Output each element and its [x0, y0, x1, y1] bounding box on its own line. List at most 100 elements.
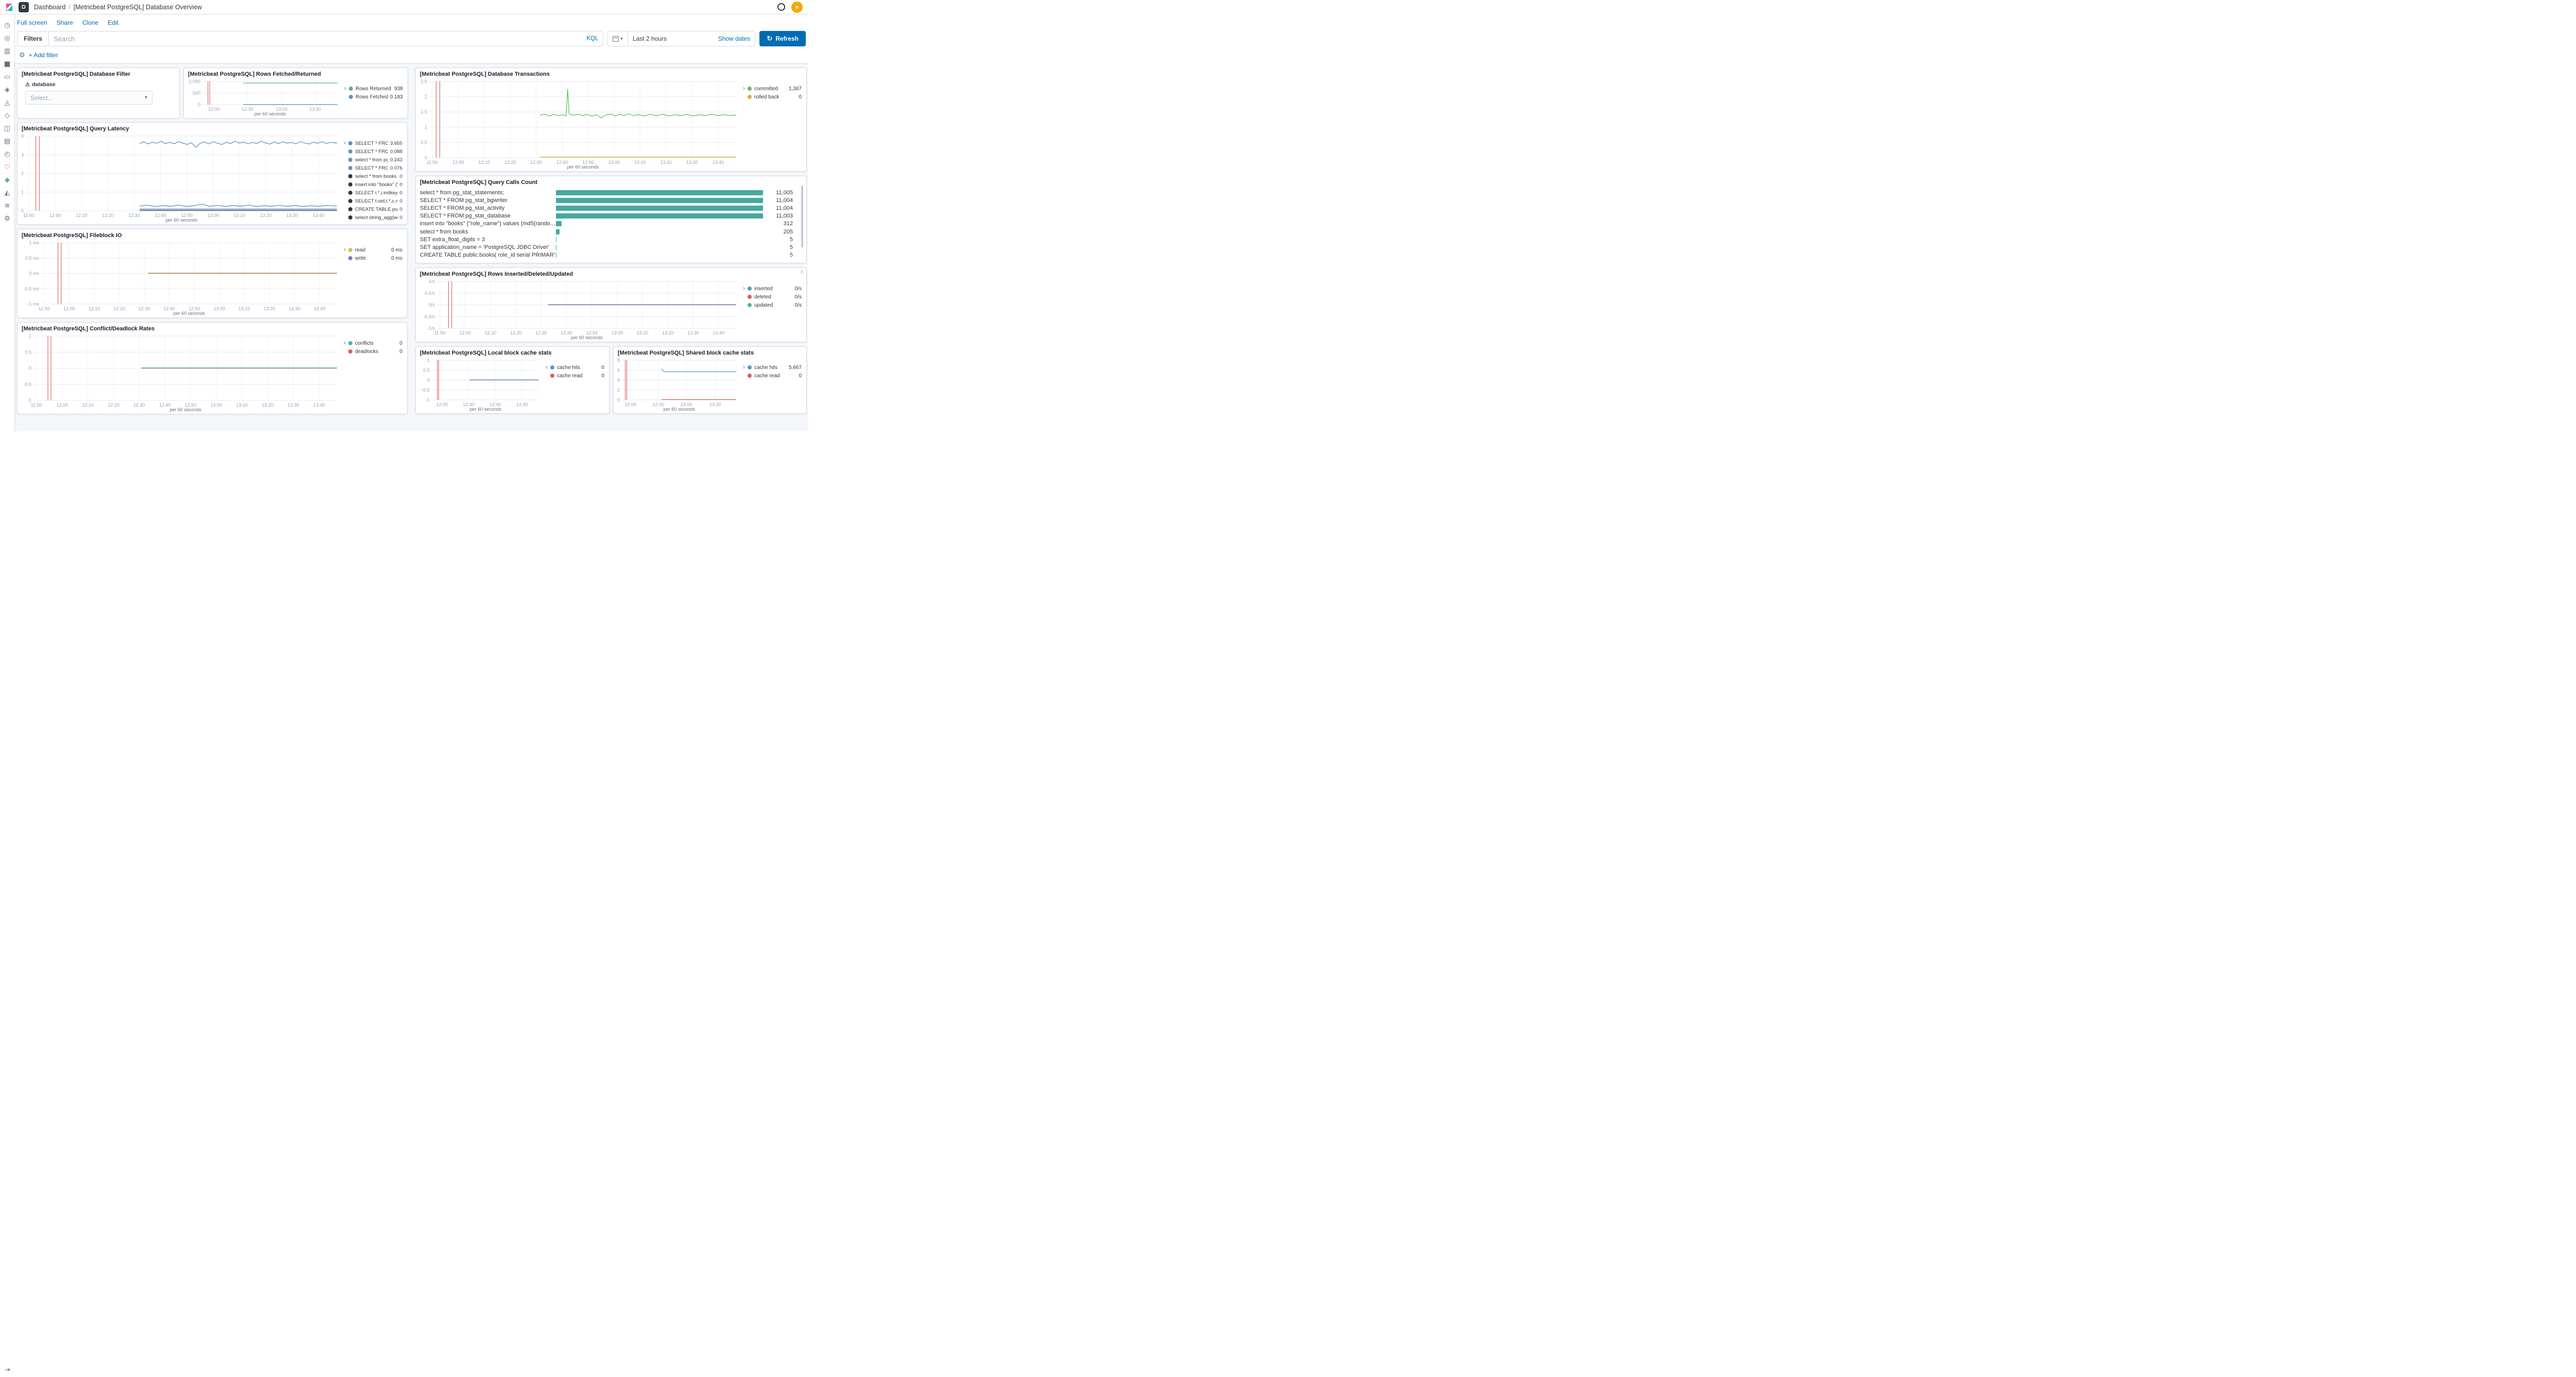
legend-item[interactable]: updated 0/s: [748, 301, 802, 309]
legend-item[interactable]: write 0 ms: [348, 254, 402, 262]
bar: [556, 198, 763, 203]
local-cache-chart[interactable]: -1-0.500.5112:0012:3013:0013:30per 60 se…: [416, 356, 543, 413]
legend-collapse-icon[interactable]: ›: [341, 339, 348, 414]
legend-collapse-icon[interactable]: ›: [341, 246, 348, 317]
svg-text:1: 1: [29, 333, 31, 339]
panel-title: [Metricbeat PostgreSQL] Local block cach…: [416, 347, 609, 356]
sidebar-item-canvas[interactable]: ▭: [0, 70, 14, 83]
legend: › conflicts 0 deadlocks 0: [341, 332, 407, 414]
fileblock-io-chart[interactable]: -1 ms-0.5 ms0 ms0.5 ms1 ms11:5012:0012:1…: [18, 239, 341, 317]
svg-text:13:20: 13:20: [262, 402, 274, 408]
sidebar-item-apm[interactable]: ◴: [0, 147, 14, 160]
share-link[interactable]: Share: [57, 19, 73, 26]
query-count: 5: [767, 252, 793, 258]
sidebar-item-recently-viewed[interactable]: ◷: [0, 19, 14, 31]
legend-item[interactable]: SELECT * FROM... 0.076: [348, 164, 402, 172]
clone-link[interactable]: Clone: [82, 19, 98, 26]
legend-label: read: [355, 247, 365, 253]
full-screen-link[interactable]: Full screen: [17, 19, 47, 26]
kibana-logo-icon[interactable]: [5, 3, 13, 11]
sidebar-item-maps[interactable]: ◈: [0, 83, 14, 96]
legend-item[interactable]: cache read 0: [550, 372, 604, 380]
bar: [556, 190, 763, 195]
legend-item[interactable]: Rows Fetched 0.183: [349, 93, 403, 101]
space-avatar[interactable]: D: [19, 2, 29, 12]
sidebar-item-stack-monitoring[interactable]: ≋: [0, 199, 14, 212]
scrollbar-thumb[interactable]: [801, 186, 803, 247]
conflict-deadlock-chart[interactable]: -1-0.500.5111:5012:0012:1012:2012:3012:4…: [18, 332, 341, 414]
legend-item[interactable]: select string_agg(wo... 0: [348, 213, 402, 222]
filter-settings-gear-icon[interactable]: ⚙: [19, 51, 25, 59]
legend-dot: [748, 287, 752, 291]
legend-item[interactable]: CREATE TABLE publi... 0: [348, 205, 402, 213]
legend-item[interactable]: select * from books 0: [348, 172, 402, 180]
shared-cache-chart[interactable]: 0246812:0012:3013:0013:30per 60 seconds: [614, 356, 740, 413]
legend-item[interactable]: rolled back 0: [748, 93, 802, 101]
search-input[interactable]: [48, 31, 603, 46]
legend-label: rolled back: [754, 94, 779, 100]
svg-text:0: 0: [198, 102, 200, 107]
transactions-chart[interactable]: 00.511.522.511:5012:0012:1012:2012:3012:…: [416, 77, 740, 171]
legend-item[interactable]: SELECT i.*,i.indkey a... 0: [348, 189, 402, 197]
svg-text:13:30: 13:30: [686, 160, 698, 165]
legend-item[interactable]: read 0 ms: [348, 246, 402, 254]
database-select[interactable]: Select... ▾: [25, 91, 152, 105]
calendar-dropdown[interactable]: ▾: [608, 31, 628, 46]
legend: › cache hits 0 cache read 0: [543, 356, 609, 413]
legend-item[interactable]: SELECT * FROM... 3.655: [348, 139, 402, 147]
edit-link[interactable]: Edit: [108, 19, 118, 26]
legend-collapse-icon[interactable]: ›: [740, 363, 748, 413]
breadcrumb-dashboard[interactable]: Dashboard: [34, 4, 65, 11]
kql-toggle[interactable]: KQL: [586, 36, 598, 42]
legend-collapse-icon[interactable]: ›: [342, 85, 349, 118]
legend-item[interactable]: deadlocks 0: [348, 347, 402, 356]
svg-text:12:30: 12:30: [133, 402, 145, 408]
time-range-value[interactable]: Last 2 hours: [628, 35, 714, 42]
svg-text:6: 6: [617, 367, 620, 373]
legend-collapse-icon[interactable]: ›: [740, 85, 748, 171]
legend-collapse-icon[interactable]: ›: [543, 363, 550, 413]
sidebar-item-discover[interactable]: ◎: [0, 31, 14, 44]
sidebar-item-graph[interactable]: ◇: [0, 109, 14, 122]
svg-text:13:10: 13:10: [634, 160, 646, 165]
svg-text:13:10: 13:10: [233, 213, 245, 218]
sidebar-item-uptime[interactable]: ♡: [0, 160, 14, 173]
collapse-side-nav-icon[interactable]: ⇥: [0, 1366, 15, 1374]
query-count: 11,004: [767, 205, 793, 211]
filters-button[interactable]: Filters: [17, 31, 48, 46]
user-avatar[interactable]: e: [791, 2, 803, 13]
sidebar-item-logs[interactable]: ▤: [0, 135, 14, 147]
sidebar-item-management[interactable]: ⚙: [0, 212, 14, 225]
legend-item[interactable]: cache hits 0: [550, 363, 604, 372]
legend-item[interactable]: cache read 0: [748, 372, 802, 380]
legend-item[interactable]: cache hits 5,667: [748, 363, 802, 372]
rows-fetched-chart[interactable]: 05001,00012:0012:3013:0013:30per 60 seco…: [184, 77, 342, 118]
legend-item[interactable]: select * from pg... 0.243: [348, 156, 402, 164]
sidebar-item-siem[interactable]: ◆: [0, 173, 14, 186]
legend-item[interactable]: SELECT * FROM... 0.088: [348, 147, 402, 156]
sidebar-item-infrastructure[interactable]: ◫: [0, 122, 14, 135]
legend-item[interactable]: committed 1,367: [748, 85, 802, 93]
legend-item[interactable]: inserted 0/s: [748, 284, 802, 293]
legend-collapse-icon[interactable]: ›: [740, 284, 748, 342]
legend-collapse-icon[interactable]: ›: [341, 139, 348, 224]
panel-menu-icon[interactable]: ⠿: [800, 270, 804, 275]
sidebar-item-dev-tools[interactable]: ◭: [0, 186, 14, 199]
query-count: 11,004: [767, 197, 793, 204]
legend-item[interactable]: SELECT t.oid,t.*,c.rel... 0: [348, 197, 402, 205]
rows-idu-chart[interactable]: -1/s-0.5/s0/s0.5/s1/s11:5012:0012:1012:2…: [416, 277, 740, 342]
legend-item[interactable]: insert into "books" ("... 0: [348, 180, 402, 189]
sidebar-item-visualize[interactable]: ▥: [0, 44, 14, 57]
legend-item[interactable]: deleted 0/s: [748, 293, 802, 301]
sidebar-item-dashboard[interactable]: ▦: [0, 57, 14, 70]
legend-label: cache hits: [557, 365, 580, 371]
show-dates-link[interactable]: Show dates: [714, 35, 755, 42]
help-icon[interactable]: [777, 3, 785, 11]
refresh-button[interactable]: ↻ Refresh: [759, 31, 806, 46]
add-filter-link[interactable]: + Add filter: [29, 52, 58, 59]
query-latency-chart[interactable]: 0123411:5012:0012:1012:2012:3012:4012:50…: [18, 132, 341, 224]
svg-text:13:30: 13:30: [286, 213, 298, 218]
sidebar-item-machine-learning[interactable]: ◬: [0, 96, 14, 109]
legend-item[interactable]: conflicts 0: [348, 339, 402, 347]
legend-item[interactable]: Rows Returned 938: [349, 85, 403, 93]
